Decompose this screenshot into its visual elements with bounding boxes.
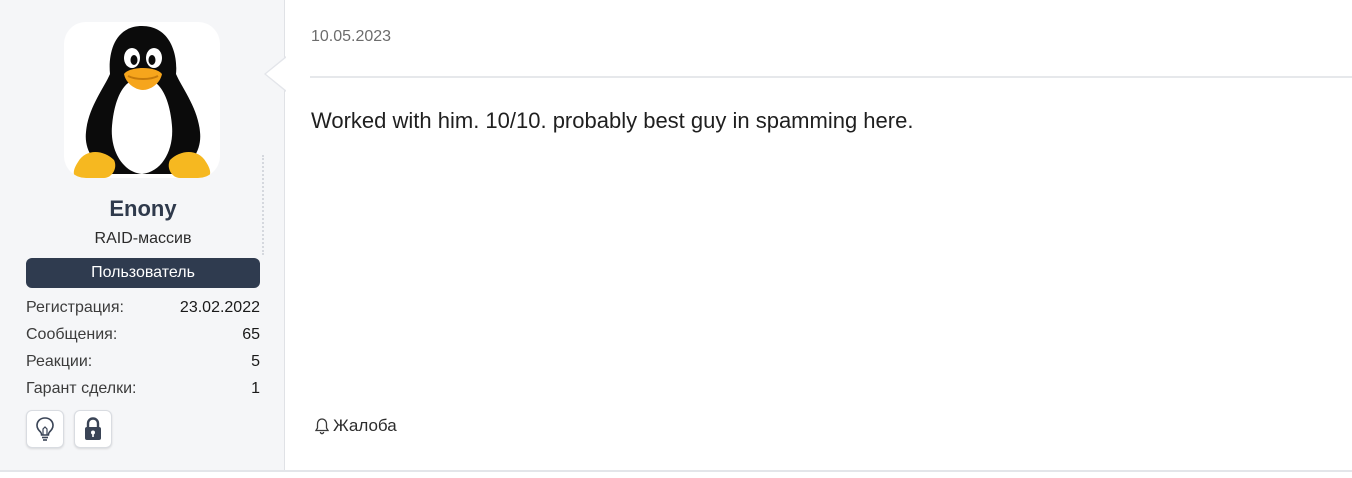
lock-icon <box>85 417 101 440</box>
badge-lightbulb[interactable] <box>26 410 64 448</box>
stat-label: Гарант сделки: <box>26 380 137 397</box>
user-badges <box>26 410 112 448</box>
penguin-avatar-icon <box>73 26 211 178</box>
bell-icon <box>314 418 330 435</box>
badge-lock[interactable] <box>74 410 112 448</box>
stat-value: 23.02.2022 <box>179 299 260 316</box>
stat-value: 1 <box>251 380 260 397</box>
stat-guarantee: Гарант сделки: 1 <box>26 375 260 402</box>
user-banner: Пользователь <box>26 258 260 288</box>
user-title: RAID-массив <box>94 230 192 247</box>
lightbulb-icon <box>36 417 54 441</box>
stat-label: Сообщения: <box>26 326 118 343</box>
avatar[interactable] <box>64 22 220 178</box>
stat-registration: Регистрация: 23.02.2022 <box>26 294 260 321</box>
stat-reactions: Реакции: 5 <box>26 348 260 375</box>
stat-value: 5 <box>251 353 260 370</box>
message-main: 10.05.2023 Worked with him. 10/10. proba… <box>286 0 1352 470</box>
stat-messages: Сообщения: 65 <box>26 321 260 348</box>
header-divider <box>310 76 1352 78</box>
user-panel: Enony RAID-массив Пользователь Регистрац… <box>0 0 285 470</box>
speech-arrow-fill <box>266 57 287 91</box>
report-label: Жалоба <box>333 416 397 435</box>
username[interactable]: Enony <box>26 196 260 222</box>
dotted-divider <box>262 155 264 255</box>
report-button[interactable]: Жалоба <box>314 416 397 436</box>
post-date[interactable]: 10.05.2023 <box>311 28 391 46</box>
post-content: Worked with him. 10/10. probably best gu… <box>311 108 914 133</box>
stat-label: Реакции: <box>26 353 93 370</box>
stat-label: Регистрация: <box>26 299 124 316</box>
message-post: Enony RAID-массив Пользователь Регистрац… <box>0 0 1352 472</box>
stat-value[interactable]: 65 <box>242 321 260 348</box>
user-stats: Регистрация: 23.02.2022 Сообщения: 65 Ре… <box>26 294 260 402</box>
